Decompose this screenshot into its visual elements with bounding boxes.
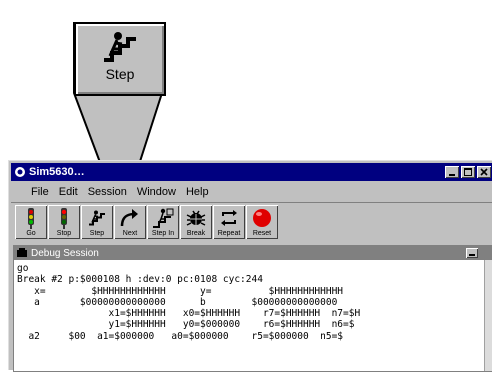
next-button[interactable]: Next bbox=[114, 205, 146, 239]
title-bar[interactable]: Sim5630… bbox=[11, 163, 492, 181]
next-label: Next bbox=[122, 230, 138, 237]
session-minimize-button[interactable] bbox=[466, 248, 478, 258]
repeat-button[interactable]: Repeat bbox=[213, 205, 245, 239]
session-icon bbox=[17, 248, 27, 257]
minimize-icon bbox=[449, 174, 455, 176]
reset-red-circle-icon bbox=[253, 209, 271, 227]
maximize-button[interactable] bbox=[461, 166, 475, 178]
debug-session-window: Debug Session go Break #2 p:$000108 h :de… bbox=[13, 245, 492, 372]
menu-bar: File Edit Session Window Help bbox=[11, 183, 492, 201]
stop-button[interactable]: Stop bbox=[48, 205, 80, 239]
menu-session[interactable]: Session bbox=[88, 186, 127, 198]
menu-window[interactable]: Window bbox=[137, 186, 176, 198]
debug-session-title-bar[interactable]: Debug Session bbox=[14, 246, 492, 260]
bug-icon bbox=[186, 210, 206, 226]
traffic-light-red-icon bbox=[61, 208, 67, 229]
step-button[interactable]: Step bbox=[81, 205, 113, 239]
step-button-magnified: Step bbox=[74, 22, 166, 96]
repeat-icon bbox=[221, 210, 237, 226]
console-line: go bbox=[17, 263, 29, 274]
console-output[interactable]: go Break #2 p:$000108 h :dev:0 pc:0108 cy… bbox=[17, 263, 484, 371]
step-in-icon bbox=[153, 208, 174, 228]
simulator-window: Sim5630… File Edit Session Window Help G… bbox=[8, 160, 492, 372]
traffic-light-icon bbox=[28, 208, 34, 229]
stop-label: Stop bbox=[56, 230, 72, 237]
go-label: Go bbox=[26, 230, 36, 237]
step-label-small: Step bbox=[89, 230, 105, 237]
maximize-icon bbox=[464, 168, 472, 176]
close-icon bbox=[480, 168, 488, 176]
toolbar: Go Stop Step Next Step In Break Repeat R… bbox=[11, 202, 492, 241]
menu-edit[interactable]: Edit bbox=[59, 186, 78, 198]
break-label: Break bbox=[186, 230, 206, 237]
console-line: x1=$HHHHHH x0=$HHHHHH r7=$HHHHHH n7=$H bbox=[17, 308, 361, 320]
break-button[interactable]: Break bbox=[180, 205, 212, 239]
console-line: a2 $00 a1=$000000 a0=$000000 r5=$000000 … bbox=[17, 330, 344, 342]
console-line: y1=$HHHHHH y0=$000000 r6=$HHHHHH n6=$ bbox=[17, 319, 355, 331]
app-icon bbox=[15, 167, 25, 177]
console-line: Break #2 p:$000108 h :dev:0 pc:0108 cyc:… bbox=[17, 274, 263, 286]
step-climber-icon bbox=[89, 210, 105, 226]
window-title: Sim5630… bbox=[29, 166, 85, 178]
minimize-button[interactable] bbox=[445, 166, 459, 178]
close-button[interactable] bbox=[477, 166, 491, 178]
step-in-button[interactable]: Step In bbox=[147, 205, 179, 239]
console-line: a $00000000000000 b $00000000000000 bbox=[17, 296, 338, 308]
step-climber-icon bbox=[104, 32, 136, 62]
minimize-icon bbox=[469, 254, 475, 256]
repeat-label: Repeat bbox=[217, 230, 241, 237]
go-button[interactable]: Go bbox=[15, 205, 47, 239]
reset-button[interactable]: Reset bbox=[246, 205, 278, 239]
menu-file[interactable]: File bbox=[31, 186, 49, 198]
step-label: Step bbox=[105, 66, 135, 82]
vertical-scrollbar[interactable] bbox=[484, 260, 492, 371]
next-arrow-icon bbox=[120, 209, 138, 227]
step-in-label: Step In bbox=[151, 230, 175, 237]
reset-label: Reset bbox=[252, 230, 272, 237]
menu-help[interactable]: Help bbox=[186, 186, 209, 198]
console-line: x= $HHHHHHHHHHHH y= $HHHHHHHHHHHH bbox=[17, 285, 344, 297]
debug-session-title: Debug Session bbox=[31, 247, 99, 259]
